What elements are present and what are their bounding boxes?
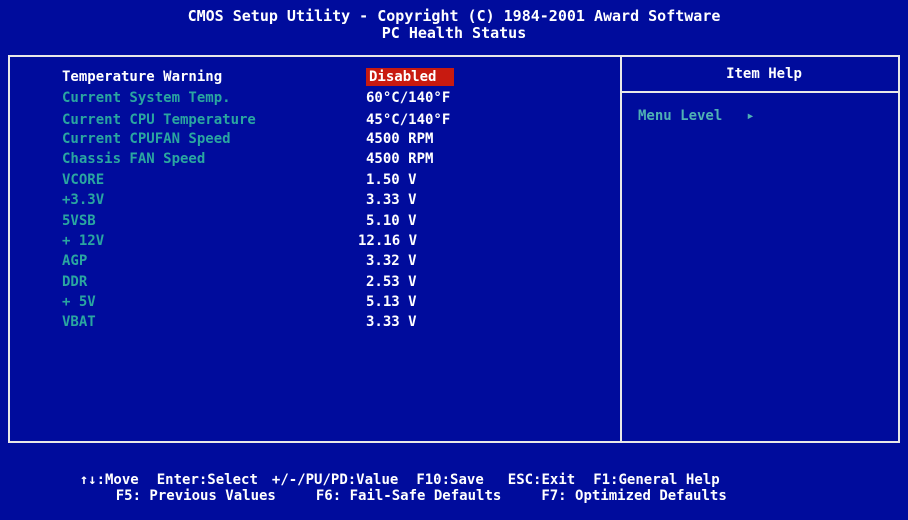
setting-value: 3.33 V: [366, 314, 417, 330]
footer-line-2: F5: Previous Values F6: Fail-Safe Default…: [82, 472, 727, 520]
setting-label: VCORE: [62, 172, 105, 188]
setting-label: Current System Temp.: [62, 90, 231, 106]
utility-title: CMOS Setup Utility - Copyright (C) 1984-…: [187, 7, 721, 25]
setting-label: AGP: [62, 253, 88, 269]
setting-label: Current CPUFAN Speed: [62, 131, 231, 147]
setting-value: 60°C/140°F: [366, 90, 451, 106]
setting-label: + 5V: [62, 294, 96, 310]
title-bar: CMOS Setup Utility - Copyright (C) 1984-…: [0, 0, 908, 50]
frame-right-line: [898, 55, 900, 443]
setting-value: 3.32 V: [366, 253, 417, 269]
setting-value: 5.13 V: [366, 294, 417, 310]
setting-value-selected[interactable]: Disabled: [366, 68, 455, 86]
setting-value: 3.33 V: [366, 192, 417, 208]
frame-left-line: [8, 55, 10, 443]
frame-top-line: [8, 55, 900, 57]
menu-level-arrow-icon: ▸: [746, 108, 755, 124]
setting-label: + 12V: [62, 233, 105, 249]
setting-label: DDR: [62, 274, 88, 290]
page-title: PC Health Status: [381, 24, 527, 42]
help-title-separator: [622, 91, 898, 93]
setting-value: 1.50 V: [366, 172, 417, 188]
setting-label: Current CPU Temperature: [62, 112, 256, 128]
setting-label: +3.3V: [62, 192, 105, 208]
frame-bottom-line: [8, 441, 900, 443]
setting-label[interactable]: Temperature Warning: [62, 68, 222, 86]
setting-label: 5VSB: [62, 213, 96, 229]
setting-value: 12.16 V: [358, 233, 418, 249]
item-help-title: Item Help: [726, 66, 802, 82]
setting-value: 4500 RPM: [366, 151, 434, 167]
setting-label: VBAT: [62, 314, 96, 330]
footer-optimized: F7: Optimized Defaults: [541, 488, 727, 504]
menu-level-label: Menu Level: [638, 108, 723, 124]
setting-value: 5.10 V: [366, 213, 417, 229]
footer-previous: F5: Previous Values: [115, 488, 276, 504]
menu-level-info: Menu Level ▸: [638, 108, 755, 124]
setting-value: 2.53 V: [366, 274, 417, 290]
setting-value: 4500 RPM: [366, 131, 434, 147]
setting-value: 45°C/140°F: [366, 112, 451, 128]
bios-screen: CMOS Setup Utility - Copyright (C) 1984-…: [0, 0, 908, 504]
setting-label: Chassis FAN Speed: [62, 151, 206, 167]
footer-failsafe: F6: Fail-Safe Defaults: [315, 488, 502, 504]
panel-separator: [620, 55, 622, 443]
